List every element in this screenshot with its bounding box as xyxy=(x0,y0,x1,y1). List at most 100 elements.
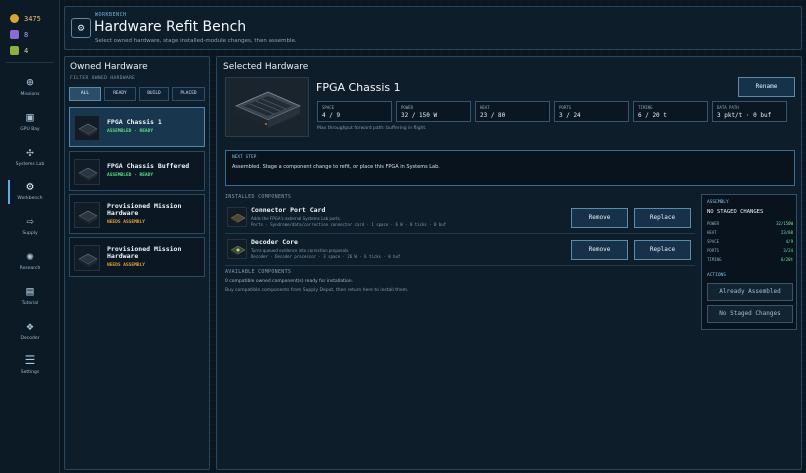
hardware-name: Provisioned Mission Hardware xyxy=(107,202,182,217)
filter-placed[interactable]: PLACED xyxy=(172,87,205,101)
stat-key: HEAT xyxy=(480,105,490,110)
assembly-row: SPACE 4/9 xyxy=(707,239,793,244)
nav-settings[interactable]: ☰ Settings xyxy=(0,350,60,384)
available-heading: AVAILABLE COMPONENTS xyxy=(225,269,292,275)
component-desc: Turns queued evidence into correction pr… xyxy=(251,248,350,253)
nav-label: Tutorial xyxy=(21,301,39,306)
stat-key: SPACE xyxy=(322,105,335,110)
page-header: ⚙ WORKBENCH Hardware Refit Bench Select … xyxy=(64,6,802,50)
cog-icon: ⚙ xyxy=(26,179,34,193)
assembly-key: SPACE xyxy=(707,239,720,244)
nav-label: Systems Lab xyxy=(15,162,45,167)
available-count: 0 compatible owned component(s) ready fo… xyxy=(225,279,354,284)
assembly-panel: ASSEMBLY NO STAGED CHANGES POWER 32/150W … xyxy=(701,194,797,330)
assembly-row: HEAT 23/80 xyxy=(707,230,793,235)
actions-label: ACTIONS xyxy=(707,273,726,278)
replace-button[interactable]: Replace xyxy=(634,208,691,228)
assembly-row: POWER 32/150W xyxy=(707,221,793,226)
stat-value: 4 / 9 xyxy=(322,112,341,119)
rail-divider xyxy=(6,62,54,63)
nav-label: Supply xyxy=(22,231,38,236)
nav-tutorial[interactable]: ▤ Tutorial xyxy=(0,281,60,315)
hardware-card[interactable]: Provisioned Mission Hardware NEEDS ASSEM… xyxy=(69,237,205,277)
nav-label: Workbench xyxy=(17,196,43,201)
installed-heading: INSTALLED COMPONENTS xyxy=(225,194,292,200)
coin-icon xyxy=(10,14,19,23)
left-rail: 3475 8 4 ⊕ Missions ▣ GPU Bay ✣ Systems … xyxy=(0,0,60,473)
stat-ports: PORTS 3 / 24 xyxy=(554,101,629,122)
stat-value: 23 / 80 xyxy=(480,112,506,119)
chassis-thumbnail xyxy=(74,245,100,271)
replace-button[interactable]: Replace xyxy=(634,240,691,260)
remove-button[interactable]: Remove xyxy=(571,240,628,260)
nav-label: GPU Bay xyxy=(20,127,40,132)
nav-supply[interactable]: ⇨ Supply xyxy=(0,211,60,245)
decoder-icon: ❖ xyxy=(26,319,34,333)
selected-title: Selected Hardware xyxy=(223,62,309,72)
rename-button[interactable]: Rename xyxy=(738,77,795,97)
chassis-name: FPGA Chassis 1 xyxy=(316,81,401,94)
assembly-key: POWER xyxy=(707,221,720,226)
research-icon: ✺ xyxy=(26,249,34,263)
nav-label: Decoder xyxy=(20,336,40,341)
stat-heat: HEAT 23 / 80 xyxy=(475,101,550,122)
nav-gpu-bay[interactable]: ▣ GPU Bay xyxy=(0,107,60,141)
stat-value: 3 pkt/t · 0 buf xyxy=(717,112,772,119)
component-name: Connector Port Card xyxy=(251,206,326,214)
nav-research[interactable]: ✺ Research xyxy=(0,246,60,280)
throughput-note: Max throughput forward path: buffering i… xyxy=(317,126,427,131)
hardware-card[interactable]: FPGA Chassis Buffered ASSEMBLED · READY xyxy=(69,151,205,191)
hardware-name: Provisioned Mission Hardware xyxy=(107,245,182,260)
coins-value: 3475 xyxy=(24,14,41,23)
arrow-icon: ⇨ xyxy=(26,214,34,228)
nav-label: Settings xyxy=(20,370,40,375)
stat-key: PORTS xyxy=(559,105,572,110)
chip-icon xyxy=(10,46,19,55)
stat-key: TIMING xyxy=(638,105,653,110)
assembly-key: HEAT xyxy=(707,230,717,235)
hardware-card[interactable]: Provisioned Mission Hardware NEEDS ASSEM… xyxy=(69,194,205,234)
assembly-value: 4/9 xyxy=(785,239,793,244)
filter-label: FILTER OWNED HARDWARE xyxy=(70,76,136,81)
next-step-text: Assembled. Stage a component change to r… xyxy=(232,164,440,170)
network-icon: ✣ xyxy=(26,145,34,159)
filter-all[interactable]: ALL xyxy=(69,87,101,101)
chips-value: 4 xyxy=(24,46,29,55)
component-thumbnail xyxy=(227,239,247,259)
coins-resource: 3475 xyxy=(10,14,41,23)
owned-hardware-panel: Owned Hardware FILTER OWNED HARDWARE ALL… xyxy=(64,56,210,470)
remove-button[interactable]: Remove xyxy=(571,208,628,228)
component-spec: Ports · Syndrome/data/correction connect… xyxy=(251,222,447,227)
component-spec: Decoder · Decoder processor · 3 space · … xyxy=(251,254,401,259)
filter-ready[interactable]: READY xyxy=(104,87,136,101)
assembly-key: TIMING xyxy=(707,257,722,262)
crystals-value: 8 xyxy=(24,30,29,39)
assembly-value: 6/20t xyxy=(780,257,793,262)
header-kicker: WORKBENCH xyxy=(95,12,127,18)
stat-value: 32 / 150 W xyxy=(401,112,438,119)
chips-resource: 4 xyxy=(10,46,28,55)
hardware-status: NEEDS ASSEMBLY xyxy=(107,263,145,268)
target-icon: ⊕ xyxy=(26,75,34,89)
hardware-name: FPGA Chassis 1 xyxy=(107,118,162,126)
hardware-status: ASSEMBLED · READY xyxy=(107,129,154,134)
selected-hardware-panel: Selected Hardware FPGA Chassis 1 Rename … xyxy=(216,56,802,470)
filter-build[interactable]: BUILD xyxy=(139,87,169,101)
stat-value: 3 / 24 xyxy=(559,112,581,119)
sliders-icon: ☰ xyxy=(24,353,36,367)
nav-decoder[interactable]: ❖ Decoder xyxy=(0,316,60,350)
nav-systems-lab[interactable]: ✣ Systems Lab xyxy=(0,142,60,176)
crystals-resource: 8 xyxy=(10,30,28,39)
stat-value: 6 / 20 t xyxy=(638,112,667,119)
no-staged-changes-button[interactable]: No Staged Changes xyxy=(707,305,793,323)
nav-workbench[interactable]: ⚙ Workbench xyxy=(0,176,60,210)
next-step-label: NEXT STEP xyxy=(232,155,257,160)
assembly-value: 32/150W xyxy=(776,221,793,226)
hardware-card[interactable]: FPGA Chassis 1 ASSEMBLED · READY xyxy=(69,107,205,147)
already-assembled-button[interactable]: Already Assembled xyxy=(707,283,793,301)
stat-data-path: DATA PATH 3 pkt/t · 0 buf xyxy=(712,101,787,122)
chassis-image xyxy=(225,77,309,137)
assembly-title: NO STAGED CHANGES xyxy=(707,209,764,215)
nav-missions[interactable]: ⊕ Missions xyxy=(0,72,60,106)
assembly-value: 3/24 xyxy=(783,248,793,253)
